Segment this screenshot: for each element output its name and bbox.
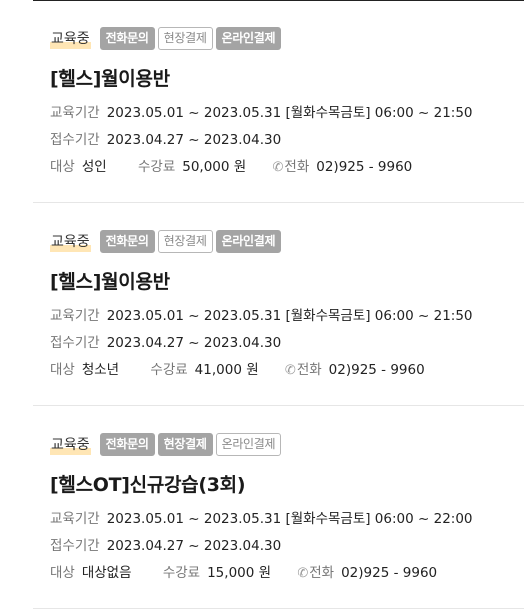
registration-period-row: 접수기간 2023.04.27 ~ 2023.04.30 xyxy=(50,533,524,560)
education-period-value: 2023.05.01 ~ 2023.05.31 [월화수목금토] 06:00 ~… xyxy=(106,105,473,121)
tag-row: 교육중 전화문의 현장결제 온라인결제 xyxy=(50,229,524,254)
fee-label: 수강료 xyxy=(150,362,188,378)
registration-period-label: 접수기간 xyxy=(50,335,100,351)
course-info: 교육기간 2023.05.01 ~ 2023.05.31 [월화수목금토] 06:… xyxy=(50,303,524,384)
tag-row: 교육중 전화문의 현장결제 온라인결제 xyxy=(50,432,524,457)
fee-value: 15,000 원 xyxy=(207,565,272,581)
details-row: 대상 성인 수강료 50,000 원 ✆전화 02)925 - 9960 xyxy=(50,154,524,181)
details-row: 대상 청소년 수강료 41,000 원 ✆전화 02)925 - 9960 xyxy=(50,357,524,384)
education-period-label: 교육기간 xyxy=(50,105,100,121)
target-label: 대상 xyxy=(50,565,75,581)
registration-period-row: 접수기간 2023.04.27 ~ 2023.04.30 xyxy=(50,330,524,357)
phone-label: 전화 xyxy=(284,159,310,175)
education-period-value: 2023.05.01 ~ 2023.05.31 [월화수목금토] 06:00 ~… xyxy=(106,511,473,527)
fee-label: 수강료 xyxy=(162,565,201,581)
tag-row: 교육중 전화문의 현장결제 온라인결제 xyxy=(50,26,524,51)
phone-value: 02)925 - 9960 xyxy=(316,159,413,175)
course-title[interactable]: [헬스]월이용반 xyxy=(50,269,524,295)
education-period-row: 교육기간 2023.05.01 ~ 2023.05.31 [월화수목금토] 06:… xyxy=(50,100,524,127)
registration-period-label: 접수기간 xyxy=(50,538,100,554)
course-info: 교육기간 2023.05.01 ~ 2023.05.31 [월화수목금토] 06:… xyxy=(50,100,524,181)
online-payment-badge: 온라인결제 xyxy=(215,433,282,456)
target-value: 청소년 xyxy=(81,362,120,378)
target-label: 대상 xyxy=(50,362,75,378)
fee-label: 수강료 xyxy=(137,159,176,175)
onsite-payment-badge: 현장결제 xyxy=(157,27,213,50)
course-title[interactable]: [헬스OT]신규강습(3회) xyxy=(50,472,524,498)
phone-icon: ✆ xyxy=(297,566,309,581)
registration-period-value: 2023.04.27 ~ 2023.04.30 xyxy=(106,538,282,554)
education-period-value: 2023.05.01 ~ 2023.05.31 [월화수목금토] 06:00 ~… xyxy=(106,308,473,324)
education-period-label: 교육기간 xyxy=(50,308,100,324)
onsite-payment-badge: 현장결제 xyxy=(157,433,213,456)
registration-period-row: 접수기간 2023.04.27 ~ 2023.04.30 xyxy=(50,127,524,154)
phone-value: 02)925 - 9960 xyxy=(328,362,425,378)
phone-inquiry-badge: 전화문의 xyxy=(99,433,155,456)
online-payment-badge: 온라인결제 xyxy=(215,230,282,253)
course-title[interactable]: [헬스]월이용반 xyxy=(50,66,524,92)
phone-inquiry-badge: 전화문의 xyxy=(99,230,155,253)
course-card[interactable]: 교육중 전화문의 현장결제 온라인결제 [헬스OT]신규강습(3회) 교육기간 2… xyxy=(33,406,524,609)
registration-period-value: 2023.04.27 ~ 2023.04.30 xyxy=(106,335,282,351)
status-label: 교육중 xyxy=(50,233,91,252)
phone-icon: ✆ xyxy=(284,363,296,378)
education-period-row: 교육기간 2023.05.01 ~ 2023.05.31 [월화수목금토] 06:… xyxy=(50,506,524,533)
target-label: 대상 xyxy=(50,159,75,175)
course-info: 교육기간 2023.05.01 ~ 2023.05.31 [월화수목금토] 06:… xyxy=(50,506,524,587)
status-label: 교육중 xyxy=(50,30,91,49)
onsite-payment-badge: 현장결제 xyxy=(157,230,213,253)
target-value: 성인 xyxy=(81,159,107,175)
phone-icon: ✆ xyxy=(272,160,284,175)
education-period-row: 교육기간 2023.05.01 ~ 2023.05.31 [월화수목금토] 06:… xyxy=(50,303,524,330)
course-card[interactable]: 교육중 전화문의 현장결제 온라인결제 [헬스]월이용반 교육기간 2023.05… xyxy=(33,0,524,203)
phone-value: 02)925 - 9960 xyxy=(341,565,438,581)
registration-period-value: 2023.04.27 ~ 2023.04.30 xyxy=(106,132,282,148)
education-period-label: 교육기간 xyxy=(50,511,100,527)
course-card[interactable]: 교육중 전화문의 현장결제 온라인결제 [헬스]월이용반 교육기간 2023.05… xyxy=(33,203,524,406)
details-row: 대상 대상없음 수강료 15,000 원 ✆전화 02)925 - 9960 xyxy=(50,560,524,587)
target-value: 대상없음 xyxy=(81,565,132,581)
phone-label: 전화 xyxy=(296,362,322,378)
fee-value: 41,000 원 xyxy=(194,362,259,378)
registration-period-label: 접수기간 xyxy=(50,132,100,148)
fee-value: 50,000 원 xyxy=(182,159,247,175)
status-label: 교육중 xyxy=(50,436,91,455)
phone-label: 전화 xyxy=(309,565,335,581)
online-payment-badge: 온라인결제 xyxy=(215,27,282,50)
phone-inquiry-badge: 전화문의 xyxy=(99,27,155,50)
